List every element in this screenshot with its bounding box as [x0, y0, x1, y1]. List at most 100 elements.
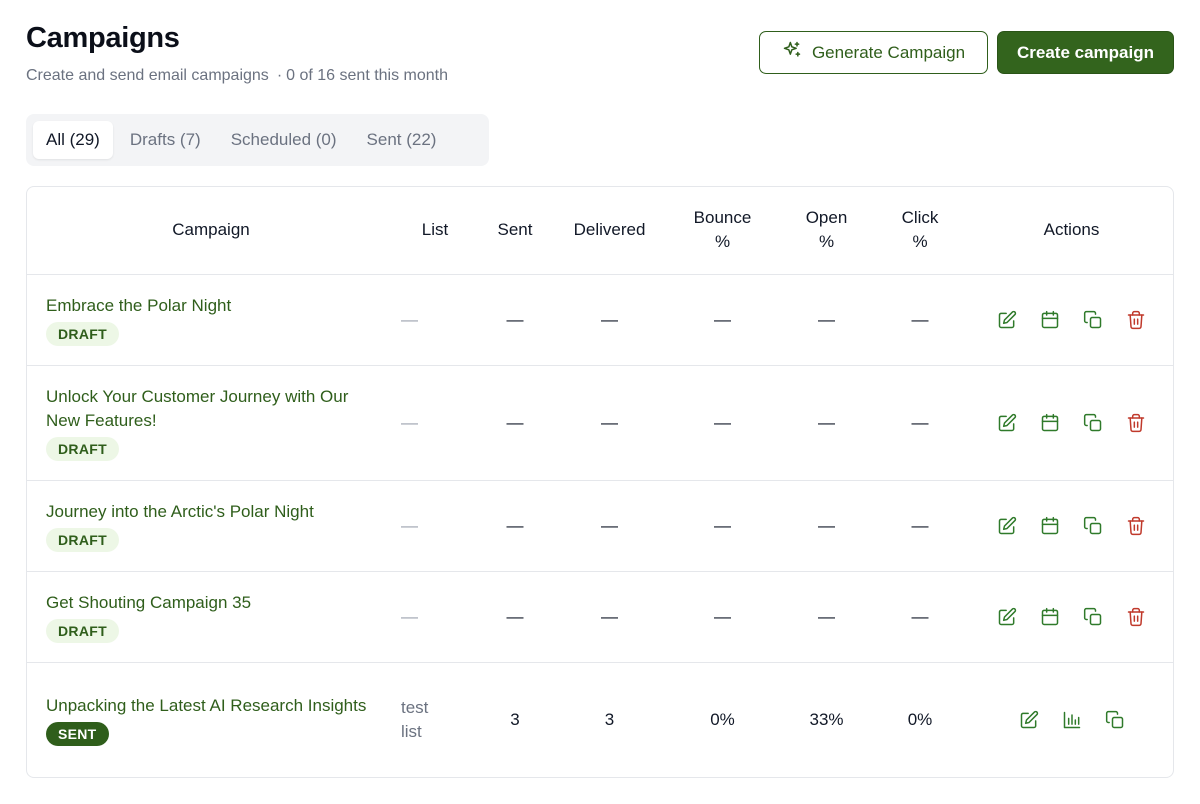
tab-scheduled[interactable]: Scheduled (0) — [218, 121, 350, 159]
actions-cell — [968, 365, 1173, 481]
campaign-name-link[interactable]: Unlock Your Customer Journey with Our Ne… — [46, 385, 375, 433]
calendar-icon[interactable] — [1038, 605, 1062, 629]
column-header-click: Click% — [872, 187, 968, 275]
delivered-cell: 3 — [604, 709, 615, 729]
list-cell: — — [395, 571, 475, 663]
click-cell: — — [872, 365, 968, 481]
list-value: — — [401, 309, 418, 329]
list-value: — — [401, 515, 418, 535]
calendar-icon[interactable] — [1038, 411, 1062, 435]
column-header-sent: Sent — [475, 187, 555, 275]
calendar-icon[interactable] — [1038, 514, 1062, 538]
sparkles-icon — [782, 40, 802, 65]
open-cell: 33% — [809, 709, 844, 729]
campaign-name-link[interactable]: Get Shouting Campaign 35 — [46, 591, 375, 615]
open-cell: — — [781, 480, 872, 572]
list-cell: — — [395, 365, 475, 481]
delivered-cell: — — [555, 480, 664, 572]
bar-chart-icon[interactable] — [1060, 708, 1084, 732]
bounce-cell: 0% — [710, 709, 735, 729]
list-cell: — — [395, 274, 475, 366]
edit-icon[interactable] — [1017, 708, 1041, 732]
actions-cell — [968, 480, 1173, 572]
edit-icon[interactable] — [995, 605, 1019, 629]
copy-icon[interactable] — [1081, 411, 1105, 435]
status-badge: DRAFT — [46, 321, 119, 346]
table-row: Embrace the Polar Night DRAFT — — — — — … — [27, 274, 1173, 366]
trash-icon[interactable] — [1124, 411, 1148, 435]
open-header-line1: Open — [805, 208, 848, 228]
status-badge: SENT — [46, 721, 109, 746]
sent-cell: 3 — [510, 709, 520, 729]
copy-icon[interactable] — [1103, 708, 1127, 732]
copy-icon[interactable] — [1081, 514, 1105, 538]
status-badge: DRAFT — [46, 618, 119, 643]
table-row: Get Shouting Campaign 35 DRAFT — — — — —… — [27, 571, 1173, 663]
tab-drafts[interactable]: Drafts (7) — [117, 121, 214, 159]
campaign-filter-tabs: All (29) Drafts (7) Scheduled (0) Sent (… — [26, 114, 489, 166]
click-cell: — — [872, 480, 968, 572]
delivered-cell: — — [555, 365, 664, 481]
table-row: Unlock Your Customer Journey with Our Ne… — [27, 365, 1173, 481]
sent-cell: — — [475, 571, 555, 663]
generate-campaign-button[interactable]: Generate Campaign — [759, 31, 988, 74]
table-header-row: Campaign List Sent Delivered Bounce% Ope… — [27, 187, 1173, 275]
campaign-cell: Journey into the Arctic's Polar Night DR… — [27, 480, 395, 572]
generate-campaign-label: Generate Campaign — [811, 42, 966, 62]
delivered-cell: — — [555, 571, 664, 663]
actions-cell — [968, 274, 1173, 366]
create-campaign-button[interactable]: Create campaign — [997, 31, 1174, 74]
click-cell: — — [872, 571, 968, 663]
table-row: Journey into the Arctic's Polar Night DR… — [27, 480, 1173, 572]
column-header-delivered: Delivered — [555, 187, 664, 275]
campaign-cell: Unpacking the Latest AI Research Insight… — [27, 662, 395, 777]
click-cell: 0% — [907, 709, 933, 729]
monthly-sent-count: 0 of 16 sent this month — [286, 67, 449, 84]
copy-icon[interactable] — [1081, 308, 1105, 332]
page-title: Campaigns — [26, 22, 180, 54]
delivered-cell: — — [555, 274, 664, 366]
trash-icon[interactable] — [1124, 514, 1148, 538]
open-cell: — — [781, 365, 872, 481]
page-header: Campaigns Create and send email campaign… — [26, 22, 448, 85]
campaign-name-link[interactable]: Unpacking the Latest AI Research Insight… — [46, 694, 375, 718]
trash-icon[interactable] — [1124, 605, 1148, 629]
edit-icon[interactable] — [995, 411, 1019, 435]
tab-sent[interactable]: Sent (22) — [354, 121, 450, 159]
list-value: — — [401, 606, 418, 626]
column-header-list: List — [395, 187, 475, 275]
bounce-cell: — — [664, 365, 781, 481]
table-row: Unpacking the Latest AI Research Insight… — [27, 662, 1173, 777]
open-cell: — — [781, 571, 872, 663]
trash-icon[interactable] — [1124, 308, 1148, 332]
campaign-name-link[interactable]: Journey into the Arctic's Polar Night — [46, 500, 375, 524]
list-value: — — [401, 412, 418, 432]
click-cell: — — [872, 274, 968, 366]
open-cell: — — [781, 274, 872, 366]
list-cell: test list — [395, 662, 475, 777]
copy-icon[interactable] — [1081, 605, 1105, 629]
sent-cell: — — [475, 274, 555, 366]
column-header-bounce: Bounce% — [664, 187, 781, 275]
campaign-cell: Get Shouting Campaign 35 DRAFT — [27, 571, 395, 663]
status-badge: DRAFT — [46, 436, 119, 461]
calendar-icon[interactable] — [1038, 308, 1062, 332]
campaign-cell: Embrace the Polar Night DRAFT — [27, 274, 395, 366]
campaign-name-link[interactable]: Embrace the Polar Night — [46, 294, 375, 318]
campaign-cell: Unlock Your Customer Journey with Our Ne… — [27, 365, 395, 481]
edit-icon[interactable] — [995, 514, 1019, 538]
bounce-header-line2: % — [714, 232, 731, 252]
status-badge: DRAFT — [46, 527, 119, 552]
subtitle-text: Create and send email campaigns — [26, 67, 269, 84]
campaigns-table: Campaign List Sent Delivered Bounce% Ope… — [26, 186, 1174, 778]
bounce-cell: — — [664, 274, 781, 366]
click-header-line1: Click — [901, 208, 939, 228]
click-header-line2: % — [912, 232, 928, 252]
actions-cell — [968, 662, 1173, 777]
page-subtitle: Create and send email campaigns · 0 of 16 … — [26, 67, 448, 85]
sent-cell: — — [475, 365, 555, 481]
edit-icon[interactable] — [995, 308, 1019, 332]
actions-cell — [968, 571, 1173, 663]
tab-all[interactable]: All (29) — [33, 121, 113, 159]
bounce-cell: — — [664, 480, 781, 572]
